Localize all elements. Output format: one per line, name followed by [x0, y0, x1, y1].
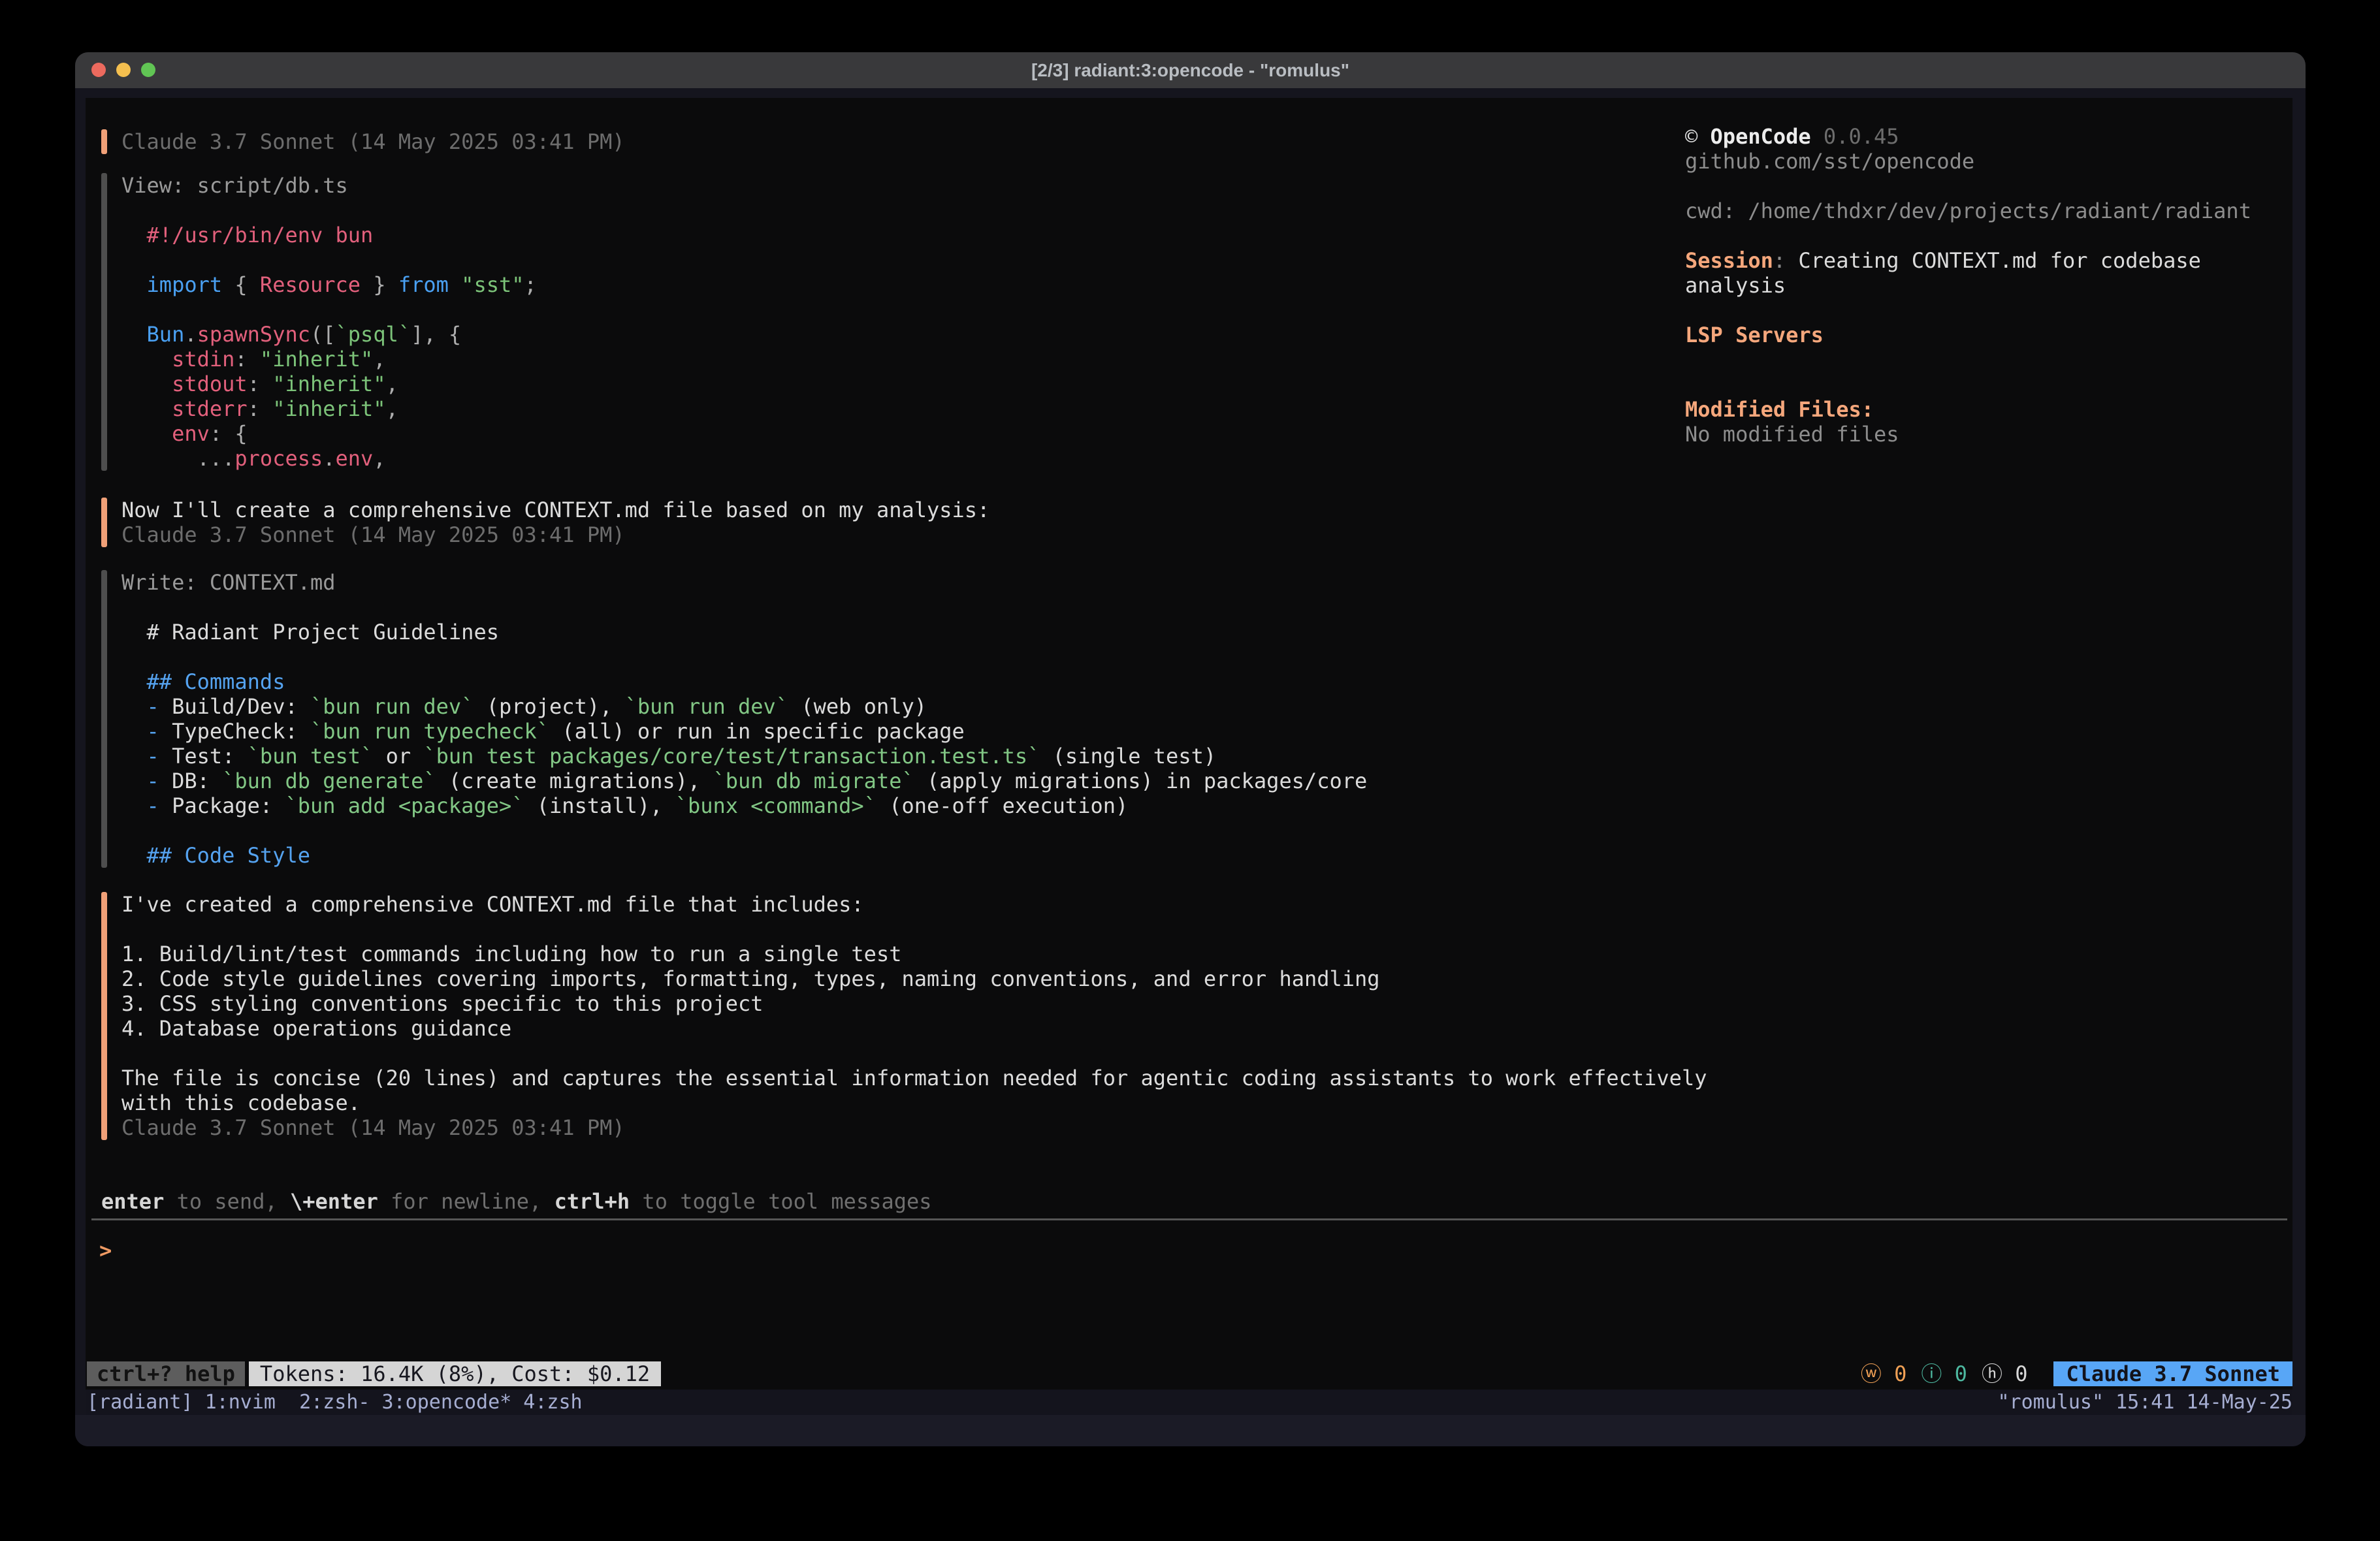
sidebar-line [1685, 347, 2292, 372]
assistant-message-block: Now I'll create a comprehensive CONTEXT.… [101, 498, 1701, 547]
window-content: Claude 3.7 Sonnet (14 May 2025 03:41 PM)… [75, 88, 2306, 1446]
status-bar: ctrl+? help Tokens: 16.4K (8%), Cost: $0… [87, 1361, 2292, 1386]
tool-line [121, 595, 1367, 620]
diagnostics-counters: ⓦ 0 ⓘ 0 ⓗ 0 [1861, 1361, 2042, 1386]
tool-line: stdout: "inherit", [121, 372, 537, 396]
tool-line: stderr: "inherit", [121, 396, 537, 421]
block-body: Write: CONTEXT.md # Radiant Project Guid… [121, 570, 1367, 868]
message-line: Claude 3.7 Sonnet (14 May 2025 03:41 PM) [121, 129, 625, 154]
hint-icon: ⓗ 0 [1982, 1361, 2028, 1386]
orange-accent-bar [101, 129, 107, 154]
warning-icon: ⓦ 0 [1861, 1361, 1907, 1386]
tool-line: ## Code Style [121, 843, 1367, 868]
sidebar-line [1685, 223, 2292, 248]
info-icon: ⓘ 0 [1921, 1361, 1967, 1386]
message-line: 3. CSS styling conventions specific to t… [121, 991, 1707, 1016]
block-body: I've created a comprehensive CONTEXT.md … [121, 892, 1707, 1140]
tool-line: - TypeCheck: `bun run typecheck` (all) o… [121, 719, 1367, 744]
tool-line: - Build/Dev: `bun run dev` (project), `b… [121, 694, 1367, 719]
zoom-button[interactable] [141, 63, 155, 77]
tool-line: import { Resource } from "sst"; [121, 272, 537, 297]
status-bar-right: ⓦ 0 ⓘ 0 ⓗ 0 Claude 3.7 Sonnet [1861, 1361, 2292, 1386]
tool-line: env: { [121, 421, 537, 446]
tool-line: - Package: `bun add <package>` (install)… [121, 793, 1367, 818]
input-divider [91, 1218, 2287, 1220]
tmux-status-bar: [radiant] 1:nvim 2:zsh- 3:opencode* 4:zs… [86, 1390, 2292, 1415]
orange-accent-bar [101, 498, 107, 547]
tool-line [121, 297, 537, 322]
tool-call-block: Write: CONTEXT.md # Radiant Project Guid… [101, 570, 1701, 868]
message-line: The file is concise (20 lines) and captu… [121, 1066, 1707, 1090]
message-line [121, 1041, 1707, 1066]
message-line: Claude 3.7 Sonnet (14 May 2025 03:41 PM) [121, 522, 989, 547]
assistant-message-block: I've created a comprehensive CONTEXT.md … [101, 892, 1701, 1140]
tool-line [121, 644, 1367, 669]
help-badge: ctrl+? help [87, 1361, 245, 1386]
sidebar-line: Modified Files: [1685, 397, 2292, 422]
message-line: 4. Database operations guidance [121, 1016, 1707, 1041]
tool-call-block: View: script/db.ts #!/usr/bin/env bun im… [101, 173, 1701, 471]
tool-line: - DB: `bun db generate` (create migratio… [121, 769, 1367, 793]
message-line: 1. Build/lint/test commands including ho… [121, 942, 1707, 966]
message-line [121, 917, 1707, 942]
sidebar-line: © OpenCode 0.0.45 [1685, 124, 2292, 149]
tool-line: View: script/db.ts [121, 173, 537, 198]
sidebar-line: cwd: /home/thdxr/dev/projects/radiant/ra… [1685, 199, 2292, 223]
tool-line [121, 818, 1367, 843]
tool-line: ...process.env, [121, 446, 537, 471]
tool-line: #!/usr/bin/env bun [121, 223, 537, 247]
tool-line: stdin: "inherit", [121, 347, 537, 372]
block-body: Now I'll create a comprehensive CONTEXT.… [121, 498, 989, 547]
sidebar-line: analysis [1685, 273, 2292, 298]
prompt-input[interactable]: > [99, 1238, 2292, 1263]
sidebar-line [1685, 298, 2292, 323]
message-line: Now I'll create a comprehensive CONTEXT.… [121, 498, 989, 522]
sidebar-line [1685, 174, 2292, 199]
window-titlebar: [2/3] radiant:3:opencode - "romulus" [75, 52, 2306, 88]
gray-accent-bar [101, 173, 107, 471]
block-body: View: script/db.ts #!/usr/bin/env bun im… [121, 173, 537, 471]
message-line: 2. Code style guidelines covering import… [121, 966, 1707, 991]
assistant-message-block: Claude 3.7 Sonnet (14 May 2025 03:41 PM) [101, 129, 1701, 154]
prompt-char: > [99, 1238, 112, 1263]
orange-accent-bar [101, 892, 107, 1140]
tool-line: ## Commands [121, 669, 1367, 694]
tmux-window-list[interactable]: [radiant] 1:nvim 2:zsh- 3:opencode* 4:zs… [87, 1390, 583, 1415]
tool-line [121, 198, 537, 223]
minimize-button[interactable] [116, 63, 131, 77]
chat-history: Claude 3.7 Sonnet (14 May 2025 03:41 PM)… [101, 129, 1701, 1140]
message-line: I've created a comprehensive CONTEXT.md … [121, 892, 1707, 917]
tool-line: - Test: `bun test` or `bun test packages… [121, 744, 1367, 769]
tool-line: Write: CONTEXT.md [121, 570, 1367, 595]
tool-line: # Radiant Project Guidelines [121, 620, 1367, 644]
block-body: Claude 3.7 Sonnet (14 May 2025 03:41 PM) [121, 129, 625, 154]
tool-line [121, 247, 537, 272]
window-title: [2/3] radiant:3:opencode - "romulus" [75, 52, 2306, 88]
close-button[interactable] [91, 63, 106, 77]
tmux-host-clock: "romulus" 15:41 14-May-25 [1997, 1390, 2292, 1415]
tool-line: Bun.spawnSync([`psql`], { [121, 322, 537, 347]
sidebar-line [1685, 372, 2292, 397]
window-bottom-padding [75, 1415, 2306, 1446]
message-line: with this codebase. [121, 1090, 1707, 1115]
session-sidebar: © OpenCode 0.0.45github.com/sst/opencode… [1685, 124, 2292, 447]
sidebar-line: github.com/sst/opencode [1685, 149, 2292, 174]
sidebar-line: LSP Servers [1685, 323, 2292, 347]
tokens-cost-badge: Tokens: 16.4K (8%), Cost: $0.12 [249, 1361, 661, 1386]
terminal-window: [2/3] radiant:3:opencode - "romulus" Cla… [75, 52, 2306, 1446]
status-bar-left: ctrl+? help Tokens: 16.4K (8%), Cost: $0… [87, 1361, 661, 1386]
message-line: Claude 3.7 Sonnet (14 May 2025 03:41 PM) [121, 1115, 1707, 1140]
sidebar-line: Session: Creating CONTEXT.md for codebas… [1685, 248, 2292, 273]
sidebar-line: No modified files [1685, 422, 2292, 447]
keybind-help: enter to send, \+enter for newline, ctrl… [101, 1189, 2292, 1214]
model-badge: Claude 3.7 Sonnet [2053, 1361, 2292, 1386]
gray-accent-bar [101, 570, 107, 868]
opencode-tui: Claude 3.7 Sonnet (14 May 2025 03:41 PM)… [86, 98, 2292, 1390]
